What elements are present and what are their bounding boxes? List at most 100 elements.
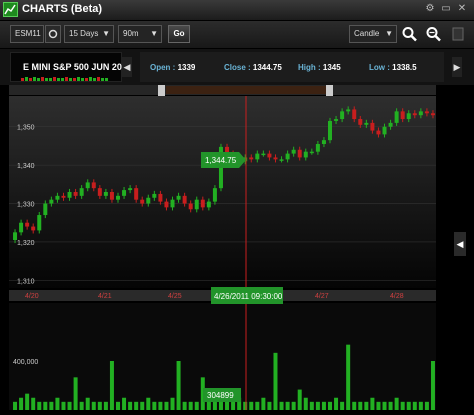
candle-body [85, 182, 90, 189]
candle-body [152, 193, 157, 198]
volume-bar [376, 401, 381, 410]
candle-body [146, 197, 151, 204]
volume-bar [61, 401, 66, 410]
volume-bar [309, 401, 314, 410]
candle-body [321, 140, 326, 144]
navigator-window[interactable] [166, 86, 326, 94]
scroll-left-icon[interactable]: ◀ [122, 57, 132, 77]
candle-body [352, 109, 357, 120]
panel-expand-icon[interactable]: ◀ [454, 232, 466, 256]
volume-bar [352, 401, 357, 410]
volume-bar [328, 401, 332, 410]
candle-body [55, 195, 60, 200]
candlestick-chart[interactable]: 1,350 1,340 1,330 1,320 1,310 4/20 4/21 4/25 4/… [0, 85, 474, 410]
close-value: 1344.75 [252, 63, 282, 72]
candle-body [328, 120, 332, 141]
y-tick-label: 1,320 [17, 240, 35, 247]
candle-body [315, 144, 320, 152]
candle-body [97, 188, 102, 196]
chart-type-select[interactable]: Candle ▼ [349, 25, 397, 43]
candle-body [43, 203, 48, 216]
interval-select[interactable]: 90m ▼ [118, 25, 162, 43]
candle-body [116, 195, 120, 200]
chart-app-icon [3, 2, 18, 17]
volume-bar [297, 389, 302, 410]
volume-bar [73, 377, 78, 410]
candle-body [291, 149, 296, 154]
scroll-right-icon[interactable]: ▶ [452, 57, 462, 77]
chart-area[interactable]: 1,350 1,340 1,330 1,320 1,310 4/20 4/21 4/25 4/… [0, 85, 474, 410]
candle-body [194, 199, 199, 210]
volume-bar [382, 401, 387, 410]
volume-bar [91, 401, 96, 410]
volume-bar [79, 401, 84, 410]
close-label: Close : [224, 63, 251, 72]
price-cursor-label: 1,344.75 [201, 152, 246, 168]
range-select[interactable]: 15 Days ▼ [64, 25, 114, 43]
volume-bar [334, 397, 339, 410]
volume-bar [206, 401, 211, 410]
volume-bar [225, 401, 230, 410]
candle-body [334, 119, 339, 121]
candle-body [49, 199, 54, 204]
y-tick-label: 1,330 [17, 202, 35, 209]
volume-bar [212, 401, 217, 410]
high-stat: High : 1345 [298, 63, 341, 72]
candle-body [273, 157, 278, 160]
low-value: 1338.5 [392, 63, 417, 72]
candle-body [37, 215, 42, 231]
volume-bar [97, 401, 102, 410]
candle-body [31, 226, 36, 231]
volume-bar [13, 401, 18, 410]
volume-bar [303, 397, 308, 410]
volume-bar [19, 397, 24, 410]
volume-bar [424, 401, 429, 410]
x-tick-label: 4/27 [315, 293, 329, 300]
volume-bar [243, 401, 248, 410]
symbol-input[interactable]: ESM11 [10, 25, 44, 43]
volume-bar [346, 344, 351, 410]
candle-body [164, 201, 169, 208]
open-value: 1339 [177, 63, 196, 72]
candle-body [309, 151, 314, 154]
volume-bar [55, 397, 60, 410]
candle-body [19, 222, 24, 233]
x-tick-label: 4/28 [390, 293, 404, 300]
high-label: High : [298, 63, 321, 72]
candle-body [430, 113, 435, 116]
refresh-icon[interactable] [45, 25, 61, 43]
volume-bar [140, 401, 145, 410]
candle-body [370, 122, 375, 131]
volume-bar [128, 401, 133, 410]
toolbar-more-icon[interactable] [450, 25, 466, 43]
candle-body [340, 111, 345, 120]
candle-body [346, 109, 351, 112]
settings-icon[interactable]: ⚙ [424, 3, 436, 15]
candle-body [394, 111, 399, 123]
volume-bar [406, 401, 411, 410]
volume-bar [170, 397, 175, 410]
navigator-right-handle[interactable] [326, 85, 333, 96]
zoom-in-icon[interactable] [400, 25, 420, 43]
time-cursor-label: 4/26/2011 09:30:00 [211, 287, 283, 304]
price-cursor-text: 1,344.75 [205, 156, 237, 165]
volume-bar [400, 401, 405, 410]
minimize-icon[interactable]: ▭ [440, 3, 452, 15]
volume-bar [261, 397, 266, 410]
zoom-out-icon[interactable] [424, 25, 444, 43]
volume-bar [49, 401, 54, 410]
candle-body [140, 199, 145, 204]
volume-bar [340, 401, 345, 410]
volume-bar [315, 401, 320, 410]
y-tick-label: 1,340 [17, 163, 35, 170]
volume-cursor-text: 304899 [207, 391, 234, 400]
candle-body [376, 130, 381, 135]
navigator-left-handle[interactable] [158, 85, 165, 96]
candle-body [188, 203, 193, 210]
volume-cursor-label: 304899 [203, 388, 241, 402]
low-stat: Low : 1338.5 [369, 63, 417, 72]
go-button[interactable]: Go [168, 25, 190, 43]
volume-bar [152, 401, 157, 410]
close-icon[interactable]: ✕ [456, 3, 468, 15]
volume-bar [85, 397, 90, 410]
